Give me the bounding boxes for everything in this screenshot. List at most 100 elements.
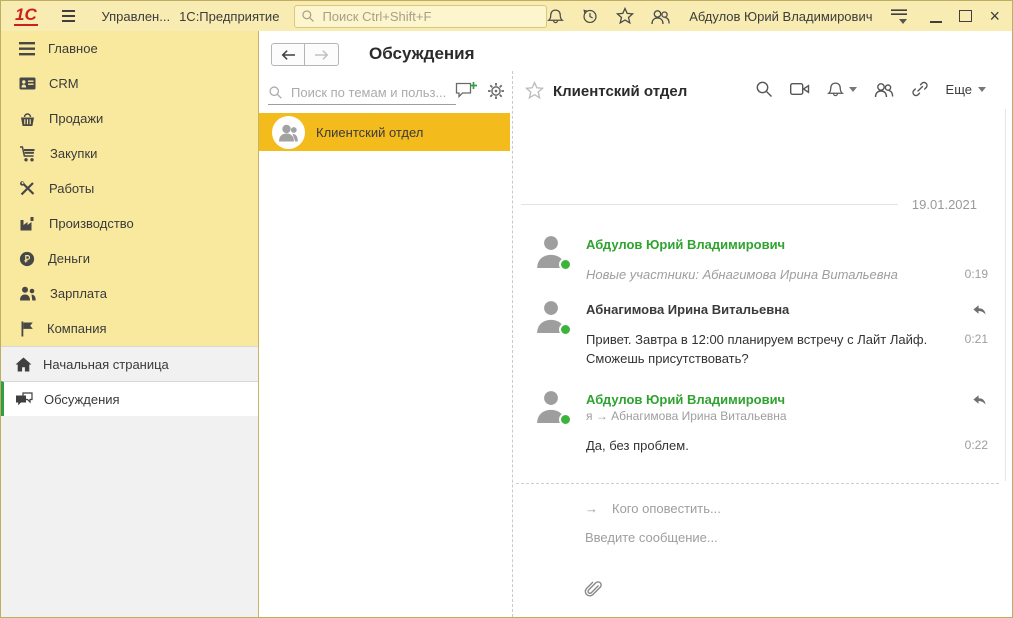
arrow-right-icon: → — [585, 501, 598, 516]
basket-icon — [19, 111, 36, 127]
minimize-button[interactable] — [930, 10, 942, 23]
page-title: Обсуждения — [369, 44, 475, 64]
current-user-name[interactable]: Абдулов Юрий Владимирович — [689, 9, 872, 24]
sidebar-item-works[interactable]: Работы — [1, 171, 258, 206]
app-name: 1С:Предприятие — [179, 9, 279, 24]
participants-icon[interactable] — [874, 81, 894, 98]
favorite-star-icon[interactable] — [525, 81, 544, 100]
sidebar-item-label: Зарплата — [50, 286, 107, 301]
sidebar-item-production[interactable]: Производство — [1, 206, 258, 241]
chat-title: Клиентский отдел — [553, 83, 687, 100]
search-icon — [301, 9, 315, 23]
flag-icon — [19, 321, 34, 337]
sidebar-item-label: Производство — [49, 216, 134, 231]
global-search-input[interactable] — [320, 8, 540, 25]
sidebar-item-label: Работы — [49, 181, 94, 196]
chat-search-icon[interactable] — [755, 80, 773, 98]
maximize-button[interactable] — [959, 10, 972, 22]
chevron-down-icon — [978, 87, 986, 92]
sidebar-item-label: Деньги — [48, 251, 90, 266]
message: Абдулов Юрий Владимирович Новые участник… — [533, 237, 988, 284]
sidebar-item-label: Продажи — [49, 111, 103, 126]
close-button[interactable]: × — [989, 8, 1000, 24]
back-button[interactable] — [271, 43, 305, 66]
sidebar-sections: Главное CRM Продажи Закупки Работы Произ… — [1, 31, 258, 346]
sidebar-item-label: Закупки — [50, 146, 97, 161]
discussions-icon — [15, 392, 33, 407]
people-icon — [19, 286, 37, 301]
home-icon — [15, 357, 32, 372]
sidebar-item-discussions[interactable]: Обсуждения — [1, 381, 258, 416]
more-menu[interactable]: Еще — [946, 82, 986, 97]
online-status-dot — [559, 323, 572, 336]
chevron-down-icon — [849, 87, 857, 92]
message-time: 0:22 — [965, 436, 988, 452]
history-icon[interactable] — [581, 7, 599, 25]
message-author[interactable]: Абдулов Юрий Владимирович — [586, 237, 988, 252]
sidebar-item-home[interactable]: Начальная страница — [1, 346, 258, 381]
reply-icon[interactable] — [971, 302, 988, 317]
message-time: 0:21 — [965, 330, 988, 346]
message-author[interactable]: Абнагимова Ирина Витальевна — [586, 302, 988, 317]
contact-card-icon — [19, 76, 36, 91]
sidebar-item-purchases[interactable]: Закупки — [1, 136, 258, 171]
more-label: Еще — [946, 82, 972, 97]
app-window: 1С Управлен... 1С:Предприятие Абдулов Юр… — [0, 0, 1013, 618]
sidebar-item-money[interactable]: Деньги — [1, 241, 258, 276]
message-text: Да, без проблем. — [586, 436, 689, 455]
scrollbar[interactable] — [1005, 109, 1006, 481]
video-call-icon[interactable] — [790, 81, 810, 97]
composer-separator — [516, 483, 999, 484]
main-menu-icon[interactable] — [62, 7, 76, 25]
sidebar-item-label: CRM — [49, 76, 79, 91]
date-separator: 19.01.2021 — [521, 197, 977, 212]
settings-gear-icon[interactable] — [487, 82, 505, 100]
global-search[interactable] — [294, 5, 547, 28]
menu-lines-icon — [19, 42, 35, 56]
attach-paperclip-icon[interactable] — [583, 579, 603, 599]
sidebar: Главное CRM Продажи Закупки Работы Произ… — [1, 31, 259, 617]
sidebar-item-label: Компания — [47, 321, 107, 336]
factory-icon — [19, 216, 36, 231]
chat-panel: Клиентский отдел Е — [512, 71, 1012, 617]
new-discussion-icon[interactable] — [455, 81, 478, 100]
sidebar-item-crm[interactable]: CRM — [1, 66, 258, 101]
forward-button[interactable] — [305, 43, 339, 66]
user-avatar — [535, 234, 569, 270]
main-area: Обсуждения Клиентский отдел Клиентский о… — [259, 31, 1012, 617]
discussion-search[interactable] — [268, 80, 456, 105]
panel-settings-icon[interactable] — [891, 9, 907, 24]
sidebar-item-salary[interactable]: Зарплата — [1, 276, 258, 311]
discussion-list-item[interactable]: Клиентский отдел — [259, 113, 510, 151]
user-avatar — [535, 389, 569, 425]
users-icon[interactable] — [651, 8, 670, 25]
message-input[interactable]: Введите сообщение... — [585, 530, 885, 545]
titlebar: 1С Управлен... 1С:Предприятие Абдулов Юр… — [1, 1, 1012, 32]
link-icon[interactable] — [911, 80, 929, 98]
reply-icon[interactable] — [971, 392, 988, 407]
nav-buttons — [271, 43, 339, 66]
message-time: 0:19 — [965, 265, 988, 281]
chat-notifications-icon[interactable] — [827, 81, 857, 98]
sidebar-item-label: Начальная страница — [43, 357, 169, 372]
favorites-star-icon[interactable] — [616, 7, 634, 25]
sidebar-item-sales[interactable]: Продажи — [1, 101, 258, 136]
group-avatar — [272, 116, 305, 149]
date-label: 19.01.2021 — [912, 197, 977, 212]
message-author[interactable]: Абдулов Юрий Владимирович — [586, 392, 988, 407]
message-recipient: я → Абнагимова Ирина Витальевна — [586, 409, 988, 423]
sidebar-item-label: Обсуждения — [44, 392, 120, 407]
discussion-search-input[interactable] — [289, 84, 469, 101]
message: Абнагимова Ирина Витальевна Привет. Завт… — [533, 302, 988, 368]
sidebar-item-main[interactable]: Главное — [1, 31, 258, 66]
message: Абдулов Юрий Владимирович я → Абнагимова… — [533, 392, 988, 455]
message-text: Новые участники: Абнагимова Ирина Виталь… — [586, 265, 898, 284]
cart-icon — [19, 146, 37, 162]
message-text: Привет. Завтра в 12:00 планируем встречу… — [586, 330, 964, 368]
notify-whom-placeholder: Кого оповестить... — [612, 501, 721, 516]
ruble-coin-icon — [19, 251, 35, 267]
sidebar-item-company[interactable]: Компания — [1, 311, 258, 346]
window-title: Управлен... — [101, 9, 170, 24]
notifications-bell-icon[interactable] — [547, 8, 564, 25]
notify-whom-field[interactable]: → Кого оповестить... — [585, 501, 721, 516]
